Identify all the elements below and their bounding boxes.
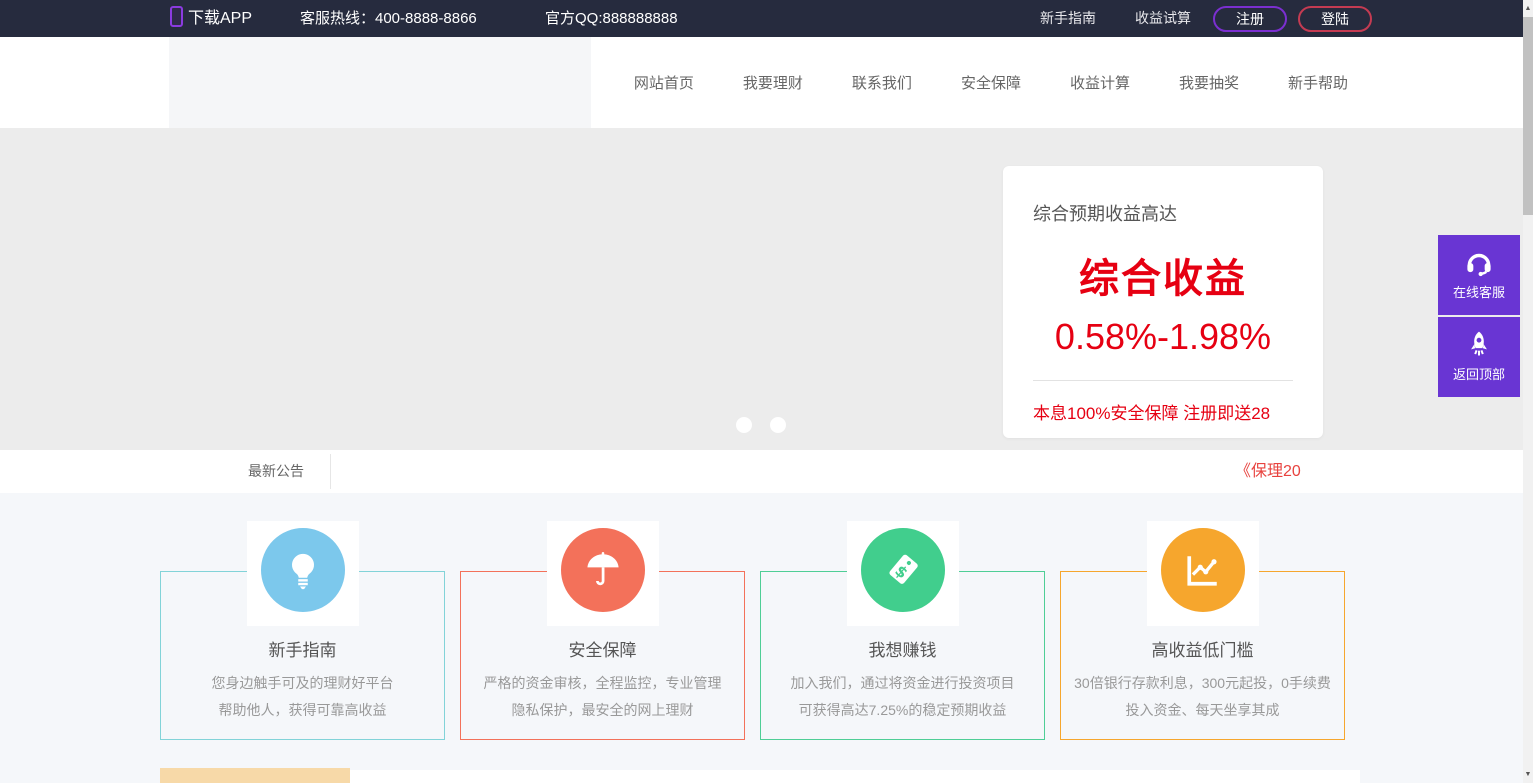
- feature-line1: 30倍银行存款利息，300元起投，0手续费: [1061, 670, 1344, 697]
- chart-icon: [1156, 523, 1250, 617]
- register-button[interactable]: 注册: [1213, 6, 1287, 32]
- yield-card-rate: 0.58%-1.98%: [1003, 316, 1323, 358]
- feature-text: 30倍银行存款利息，300元起投，0手续费 投入资金、每天坐享其成: [1061, 670, 1344, 724]
- yield-card-subtitle: 综合预期收益高达: [1033, 200, 1323, 226]
- scrollbar-down-arrow[interactable]: ▼: [1523, 766, 1533, 783]
- page: 下载APP 客服热线：400-8888-8866 官方QQ:888888888 …: [0, 0, 1533, 783]
- feature-text: 加入我们，通过将资金进行投资项目 可获得高达7.25%的稳定预期收益: [761, 670, 1044, 724]
- yield-card: 综合预期收益高达 综合收益 0.58%-1.98% 本息100%安全保障 注册即…: [1003, 166, 1323, 438]
- online-service-label: 在线客服: [1438, 282, 1520, 301]
- online-service-button[interactable]: 在线客服: [1438, 235, 1520, 315]
- feature-line2: 可获得高达7.25%的稳定预期收益: [761, 697, 1044, 724]
- scrollbar-up-arrow[interactable]: ▲: [1523, 0, 1533, 17]
- announcement-marquee: 《保理20: [331, 450, 1306, 493]
- hotline-text: 客服热线：400-8888-8866: [300, 0, 477, 37]
- feature-text: 您身边触手可及的理财好平台 帮助他人，获得可靠高收益: [161, 670, 444, 724]
- feature-card-guide[interactable]: 新手指南 您身边触手可及的理财好平台 帮助他人，获得可靠高收益: [160, 571, 445, 740]
- nav-item-calc[interactable]: 收益计算: [1070, 72, 1130, 93]
- login-button[interactable]: 登陆: [1298, 6, 1372, 32]
- yield-card-divider: [1033, 380, 1293, 381]
- rocket-icon: [1438, 328, 1520, 362]
- nav-item-home[interactable]: 网站首页: [634, 72, 694, 93]
- feature-title: 我想赚钱: [761, 636, 1044, 661]
- nav-item-invest[interactable]: 我要理财: [743, 72, 803, 93]
- carousel-dot-1[interactable]: [736, 417, 752, 433]
- phone-icon: [170, 6, 183, 27]
- scrollbar-thumb[interactable]: [1523, 17, 1533, 215]
- topbar: 下载APP 客服热线：400-8888-8866 官方QQ:888888888 …: [0, 0, 1533, 37]
- main-nav: 网站首页 我要理财 联系我们 安全保障 收益计算 我要抽奖 新手帮助: [634, 37, 1348, 128]
- feature-icon-backdrop: [1147, 521, 1259, 626]
- topbar-link-calc[interactable]: 收益试算: [1135, 0, 1191, 37]
- scrollbar[interactable]: ▲ ▼: [1523, 0, 1533, 783]
- umbrella-icon: [556, 523, 650, 617]
- hero-banner: 综合预期收益高达 综合收益 0.58%-1.98% 本息100%安全保障 注册即…: [0, 128, 1533, 450]
- feature-card-low-threshold[interactable]: 高收益低门槛 30倍银行存款利息，300元起投，0手续费 投入资金、每天坐享其成: [1060, 571, 1345, 740]
- feature-title: 高收益低门槛: [1061, 636, 1344, 661]
- download-app-link[interactable]: 下载APP: [170, 0, 252, 37]
- announcement-label: 最新公告: [248, 450, 304, 493]
- announcement-text[interactable]: 《保理20: [1235, 450, 1301, 493]
- feature-line1: 加入我们，通过将资金进行投资项目: [761, 670, 1044, 697]
- feature-line1: 您身边触手可及的理财好平台: [161, 670, 444, 697]
- feature-text: 严格的资金审核，全程监控，专业管理 隐私保护，最安全的网上理财: [461, 670, 744, 724]
- price-tag-icon: $: [856, 523, 950, 617]
- download-app-label: 下载APP: [188, 10, 252, 27]
- feature-line1: 严格的资金审核，全程监控，专业管理: [461, 670, 744, 697]
- qq-text: 官方QQ:888888888: [545, 0, 678, 37]
- lightbulb-icon: [256, 523, 350, 617]
- yield-card-note: 本息100%安全保障 注册即送28: [1033, 399, 1323, 424]
- feature-icon-backdrop: [247, 521, 359, 626]
- announcement-bar: 最新公告 《保理20: [0, 450, 1533, 493]
- feature-card-security[interactable]: 安全保障 严格的资金审核，全程监控，专业管理 隐私保护，最安全的网上理财: [460, 571, 745, 740]
- logo-placeholder[interactable]: [169, 37, 591, 133]
- feature-line2: 帮助他人，获得可靠高收益: [161, 697, 444, 724]
- nav-item-security[interactable]: 安全保障: [961, 72, 1021, 93]
- nav-item-contact[interactable]: 联系我们: [852, 72, 912, 93]
- feature-icon-backdrop: [547, 521, 659, 626]
- feature-title: 安全保障: [461, 636, 744, 661]
- feature-line2: 投入资金、每天坐享其成: [1061, 697, 1344, 724]
- headset-icon: [1438, 246, 1520, 280]
- feature-icon-backdrop: $: [847, 521, 959, 626]
- nav-item-help[interactable]: 新手帮助: [1288, 72, 1348, 93]
- yield-card-title: 综合收益: [1003, 246, 1323, 304]
- feature-title: 新手指南: [161, 636, 444, 661]
- nav-item-lottery[interactable]: 我要抽奖: [1179, 72, 1239, 93]
- feature-line2: 隐私保护，最安全的网上理财: [461, 697, 744, 724]
- topbar-link-guide[interactable]: 新手指南: [1040, 0, 1096, 37]
- back-to-top-button[interactable]: 返回顶部: [1438, 317, 1520, 397]
- back-to-top-label: 返回顶部: [1438, 364, 1520, 383]
- feature-card-earn[interactable]: $ 我想赚钱 加入我们，通过将资金进行投资项目 可获得高达7.25%的稳定预期收…: [760, 571, 1045, 740]
- next-section-active-tab[interactable]: [160, 768, 350, 783]
- carousel-dot-2[interactable]: [770, 417, 786, 433]
